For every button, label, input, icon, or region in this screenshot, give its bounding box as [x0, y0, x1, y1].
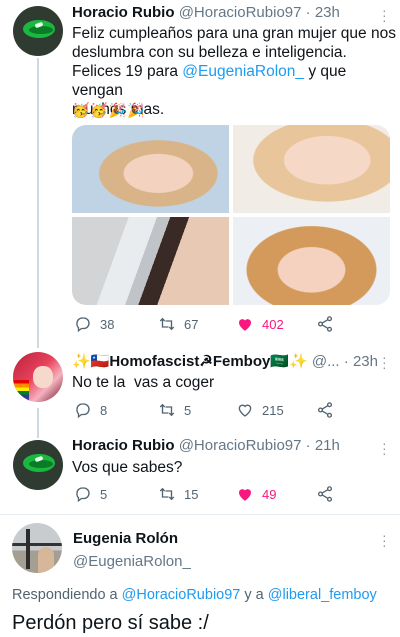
timestamp[interactable]: 23h	[315, 4, 340, 21]
retweet-count: 15	[184, 486, 199, 502]
tweet-text: Vos que sabes?	[72, 459, 183, 476]
tweet-actions: 5 15 49	[74, 485, 374, 505]
emoji-row: 🥳🥳🎉🎉	[72, 102, 146, 118]
tweet-text: No te la vas a coger	[72, 374, 215, 391]
retweet-button[interactable]: 5	[158, 401, 191, 419]
reply-icon	[76, 403, 90, 419]
share-button[interactable]	[316, 401, 334, 419]
tweet-header: ✨🇨🇱Homofascist☭Femboy🇸🇦✨ @... · 23h	[72, 353, 378, 370]
photo[interactable]	[233, 125, 390, 213]
avatar[interactable]	[13, 352, 63, 402]
replying-to: Respondiendo a @HoracioRubio97 y a @libe…	[12, 587, 377, 603]
more-options-icon[interactable]: · · ·	[382, 528, 387, 552]
mention-link[interactable]: @EugeniaRolon_	[182, 63, 304, 80]
like-button[interactable]: 215	[236, 401, 284, 419]
more-options-icon[interactable]: · · ·	[382, 436, 387, 460]
more-options-icon[interactable]: · · ·	[382, 3, 387, 27]
reply-button[interactable]: 5	[74, 485, 107, 503]
like-count: 215	[262, 402, 284, 418]
tweet-actions: 38 67 402	[74, 315, 374, 335]
reply-button[interactable]: 38	[74, 315, 114, 333]
tweet-header: Horacio Rubio @HoracioRubio97 · 21h	[72, 437, 340, 454]
timestamp[interactable]: 23h	[353, 353, 378, 370]
photo[interactable]	[233, 217, 390, 305]
display-name[interactable]: Eugenia Rolón	[73, 530, 178, 547]
retweet-icon	[159, 403, 175, 417]
user-handle[interactable]: @HoracioRubio97	[179, 437, 302, 454]
like-button[interactable]: 402	[236, 315, 284, 333]
like-button[interactable]: 49	[236, 485, 276, 503]
user-handle[interactable]: @HoracioRubio97	[179, 4, 302, 21]
like-count: 402	[262, 316, 284, 332]
reply-count: 8	[100, 402, 108, 418]
reply-icon	[76, 487, 90, 503]
photo[interactable]	[72, 217, 229, 305]
display-name[interactable]: ✨🇨🇱Homofascist☭Femboy🇸🇦✨	[72, 353, 308, 370]
display-name[interactable]: Horacio Rubio	[72, 4, 175, 21]
retweet-icon	[159, 487, 175, 501]
avatar[interactable]	[13, 440, 63, 490]
reply-button[interactable]: 8	[74, 401, 107, 419]
share-icon	[317, 316, 333, 332]
like-count: 49	[262, 486, 277, 502]
heart-filled-icon	[239, 319, 251, 331]
photo[interactable]	[72, 125, 229, 213]
reply-icon	[76, 317, 90, 333]
thread-line	[37, 58, 39, 348]
media-grid[interactable]	[72, 125, 390, 305]
retweet-count: 67	[184, 316, 199, 332]
user-handle[interactable]: @...	[312, 353, 340, 370]
share-button[interactable]	[316, 315, 334, 333]
user-handle[interactable]: @EugeniaRolon_	[73, 553, 191, 570]
timestamp[interactable]: 21h	[315, 437, 340, 454]
thread-line	[37, 408, 39, 438]
heart-icon	[238, 404, 252, 417]
mention-link[interactable]: @liberal_femboy	[268, 587, 377, 603]
avatar[interactable]	[12, 523, 62, 573]
heart-filled-icon	[239, 489, 251, 501]
tweet-header: Horacio Rubio @HoracioRubio97 · 23h	[72, 4, 340, 21]
mention-link[interactable]: @HoracioRubio97	[122, 587, 241, 603]
retweet-button[interactable]: 15	[158, 485, 198, 503]
display-name[interactable]: Horacio Rubio	[72, 437, 175, 454]
tweet-text: Perdón pero sí sabe :/	[12, 612, 209, 634]
divider	[0, 514, 400, 515]
retweet-button[interactable]: 67	[158, 315, 198, 333]
retweet-icon	[159, 317, 175, 331]
retweet-count: 5	[184, 402, 192, 418]
reply-count: 38	[100, 316, 115, 332]
share-button[interactable]	[316, 485, 334, 503]
share-icon	[317, 486, 333, 502]
tweet-actions: 8 5 215	[74, 401, 374, 421]
more-options-icon[interactable]: · · ·	[382, 350, 387, 374]
reply-count: 5	[100, 486, 108, 502]
share-icon	[317, 402, 333, 418]
avatar[interactable]	[13, 6, 63, 56]
